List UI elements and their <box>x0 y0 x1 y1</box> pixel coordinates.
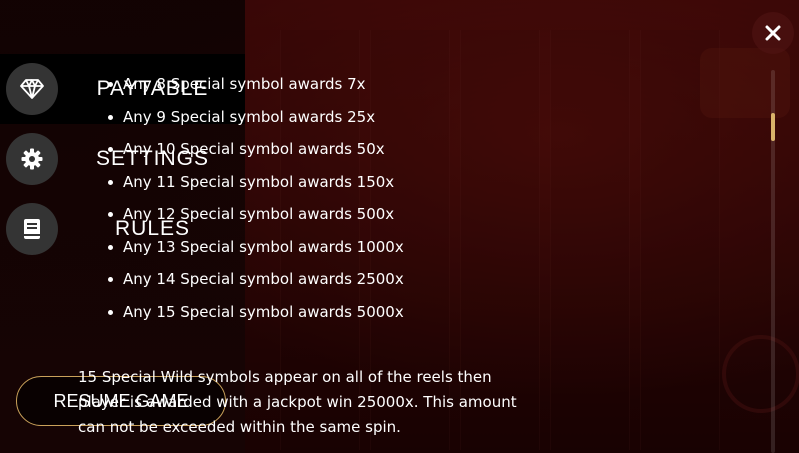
close-icon <box>765 25 781 41</box>
paytable-content: Any 8 Special symbol awards 7x Any 9 Spe… <box>78 68 518 328</box>
list-item: Any 8 Special symbol awards 7x <box>78 68 518 101</box>
list-item: Any 11 Special symbol awards 150x <box>78 166 518 199</box>
awards-list: Any 8 Special symbol awards 7x Any 9 Spe… <box>78 68 518 328</box>
book-icon <box>6 203 58 255</box>
scrollbar-thumb[interactable] <box>771 113 775 141</box>
list-item: Any 9 Special symbol awards 25x <box>78 101 518 134</box>
list-item: Any 15 Special symbol awards 5000x <box>78 296 518 329</box>
list-item: Any 13 Special symbol awards 1000x <box>78 231 518 264</box>
list-item: Any 14 Special symbol awards 2500x <box>78 263 518 296</box>
jackpot-description: 15 Special Wild symbols appear on all of… <box>78 368 517 436</box>
list-item: Any 10 Special symbol awards 50x <box>78 133 518 166</box>
list-item: Any 12 Special symbol awards 500x <box>78 198 518 231</box>
gear-icon <box>6 133 58 185</box>
diamond-icon <box>6 63 58 115</box>
close-button[interactable] <box>752 12 794 54</box>
